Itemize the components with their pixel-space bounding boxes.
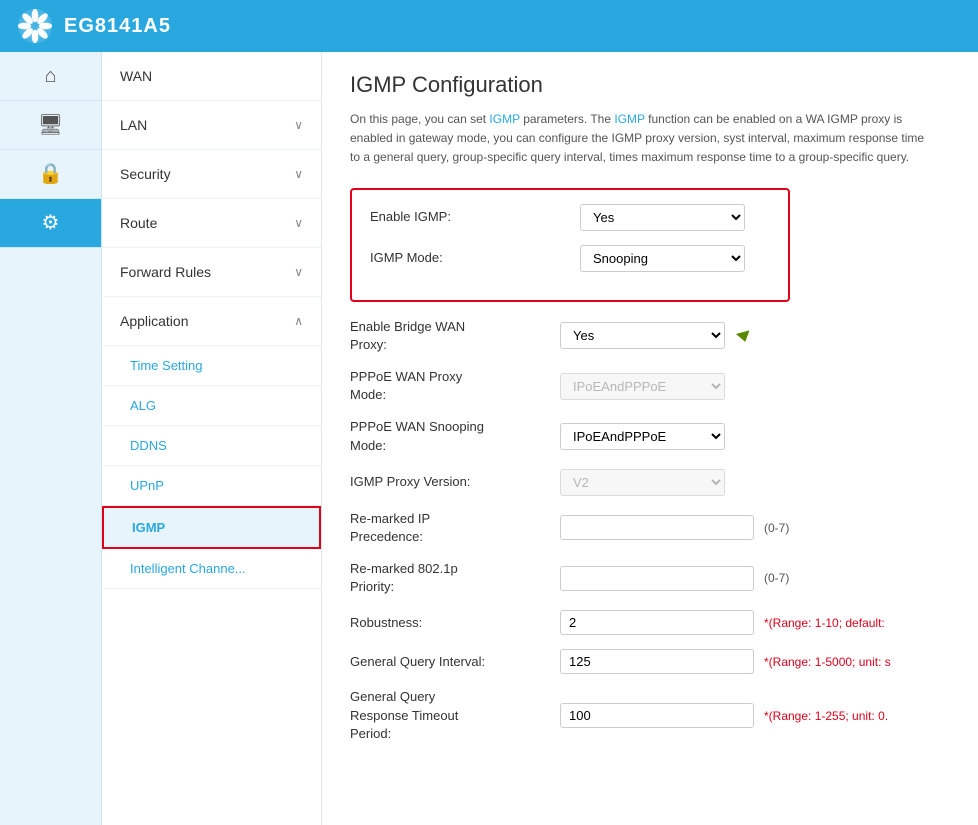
general-query-response-hint: *(Range: 1-255; unit: 0.	[764, 709, 888, 723]
robustness-label: Robustness:	[350, 614, 550, 632]
page-description: On this page, you can set IGMP parameter…	[350, 110, 930, 168]
general-query-response-input[interactable]	[560, 703, 754, 728]
main-layout: ⌂ 🖥 🔒 ⚙ WAN LAN ∨ Security ∨ Route ∨ For…	[0, 52, 978, 825]
chevron-up-icon: ∧	[294, 314, 303, 328]
enable-igmp-select[interactable]: Yes No	[580, 204, 745, 231]
huawei-logo-icon	[16, 7, 54, 45]
nav-item-security[interactable]: Security ∨	[102, 150, 321, 199]
form-row-bridge-wan-proxy: Enable Bridge WANProxy: Yes No	[350, 318, 950, 354]
nav-sub-item-time-setting[interactable]: Time Setting	[102, 346, 321, 386]
bridge-wan-proxy-label: Enable Bridge WANProxy:	[350, 318, 550, 354]
pppoe-wan-proxy-mode-label: PPPoE WAN ProxyMode:	[350, 368, 550, 404]
form-row-robustness: Robustness: *(Range: 1-10; default:	[350, 610, 950, 635]
igmp-mode-label: IGMP Mode:	[370, 249, 570, 267]
remarked-ip-label: Re-marked IPPrecedence:	[350, 510, 550, 546]
nav-sub-item-alg[interactable]: ALG	[102, 386, 321, 426]
cursor-arrow-icon	[735, 328, 751, 343]
nav-panel: WAN LAN ∨ Security ∨ Route ∨ Forward Rul…	[102, 52, 322, 825]
general-query-interval-label: General Query Interval:	[350, 653, 550, 671]
igmp-highlight-1: IGMP	[489, 112, 519, 126]
nav-item-forward-rules-label: Forward Rules	[120, 264, 211, 280]
sidebar-item-home[interactable]: ⌂	[0, 52, 101, 101]
nav-item-lan[interactable]: LAN ∨	[102, 101, 321, 150]
chevron-down-icon: ∨	[294, 118, 303, 132]
app-title: EG8141A5	[64, 15, 171, 38]
sidebar-item-security[interactable]: 🔒	[0, 150, 101, 199]
form-row-igmp-mode: IGMP Mode: Snooping Proxy	[370, 245, 770, 272]
nav-item-forward-rules[interactable]: Forward Rules ∨	[102, 248, 321, 297]
form-row-pppoe-wan-snooping-mode: PPPoE WAN SnoopingMode: IPoEAndPPPoE	[350, 418, 950, 454]
remarked-8021p-input[interactable]	[560, 566, 754, 591]
general-query-response-label: General QueryResponse TimeoutPeriod:	[350, 688, 550, 743]
content-area: IGMP Configuration On this page, you can…	[322, 52, 978, 825]
form-row-igmp-proxy-version: IGMP Proxy Version: V2 V3	[350, 469, 950, 496]
general-query-interval-hint: *(Range: 1-5000; unit: s	[764, 655, 891, 669]
form-row-remarked-8021p: Re-marked 802.1pPriority: (0-7)	[350, 560, 950, 596]
remarked-8021p-hint: (0-7)	[764, 571, 789, 585]
bridge-wan-proxy-select[interactable]: Yes No	[560, 322, 725, 349]
form-row-general-query-response: General QueryResponse TimeoutPeriod: *(R…	[350, 688, 950, 743]
pppoe-wan-proxy-mode-select[interactable]: IPoEAndPPPoE	[560, 373, 725, 400]
form-row-general-query-interval: General Query Interval: *(Range: 1-5000;…	[350, 649, 950, 674]
igmp-proxy-version-select[interactable]: V2 V3	[560, 469, 725, 496]
igmp-highlight-box: Enable IGMP: Yes No IGMP Mode: Snooping …	[350, 188, 790, 302]
nav-item-security-label: Security	[120, 166, 171, 182]
nav-item-lan-label: LAN	[120, 117, 147, 133]
nav-item-wan[interactable]: WAN	[102, 52, 321, 101]
robustness-input[interactable]	[560, 610, 754, 635]
page-title: IGMP Configuration	[350, 72, 950, 98]
remarked-ip-input[interactable]	[560, 515, 754, 540]
sidebar-item-settings[interactable]: ⚙	[0, 199, 101, 248]
nav-item-application-label: Application	[120, 313, 189, 329]
pppoe-wan-snooping-mode-label: PPPoE WAN SnoopingMode:	[350, 418, 550, 454]
security-icon: 🔒	[38, 164, 63, 184]
home-icon: ⌂	[44, 66, 56, 86]
sidebar-item-status[interactable]: 🖥	[0, 101, 101, 150]
remarked-8021p-label: Re-marked 802.1pPriority:	[350, 560, 550, 596]
form-row-pppoe-wan-proxy-mode: PPPoE WAN ProxyMode: IPoEAndPPPoE	[350, 368, 950, 404]
nav-item-application[interactable]: Application ∧	[102, 297, 321, 346]
form-row-enable-igmp: Enable IGMP: Yes No	[370, 204, 770, 231]
status-icon: 🖥	[38, 115, 63, 135]
logo-container: EG8141A5	[16, 7, 171, 45]
chevron-down-icon: ∨	[294, 216, 303, 230]
nav-item-route-label: Route	[120, 215, 157, 231]
nav-item-wan-label: WAN	[120, 68, 152, 84]
chevron-down-icon: ∨	[294, 265, 303, 279]
nav-sub-item-igmp[interactable]: IGMP	[102, 506, 321, 549]
form-row-remarked-ip: Re-marked IPPrecedence: (0-7)	[350, 510, 950, 546]
nav-item-route[interactable]: Route ∨	[102, 199, 321, 248]
enable-igmp-label: Enable IGMP:	[370, 208, 570, 226]
nav-sub-item-upnp[interactable]: UPnP	[102, 466, 321, 506]
general-query-interval-input[interactable]	[560, 649, 754, 674]
igmp-highlight-2: IGMP	[614, 112, 644, 126]
settings-icon: ⚙	[42, 213, 60, 233]
app-header: EG8141A5	[0, 0, 978, 52]
sidebar: ⌂ 🖥 🔒 ⚙	[0, 52, 102, 825]
nav-sub-item-intelligent-channel[interactable]: Intelligent Channe...	[102, 549, 321, 589]
chevron-down-icon: ∨	[294, 167, 303, 181]
remarked-ip-hint: (0-7)	[764, 521, 789, 535]
nav-sub-item-ddns[interactable]: DDNS	[102, 426, 321, 466]
robustness-hint: *(Range: 1-10; default:	[764, 616, 885, 630]
pppoe-wan-snooping-mode-select[interactable]: IPoEAndPPPoE	[560, 423, 725, 450]
igmp-proxy-version-label: IGMP Proxy Version:	[350, 473, 550, 491]
igmp-mode-select[interactable]: Snooping Proxy	[580, 245, 745, 272]
